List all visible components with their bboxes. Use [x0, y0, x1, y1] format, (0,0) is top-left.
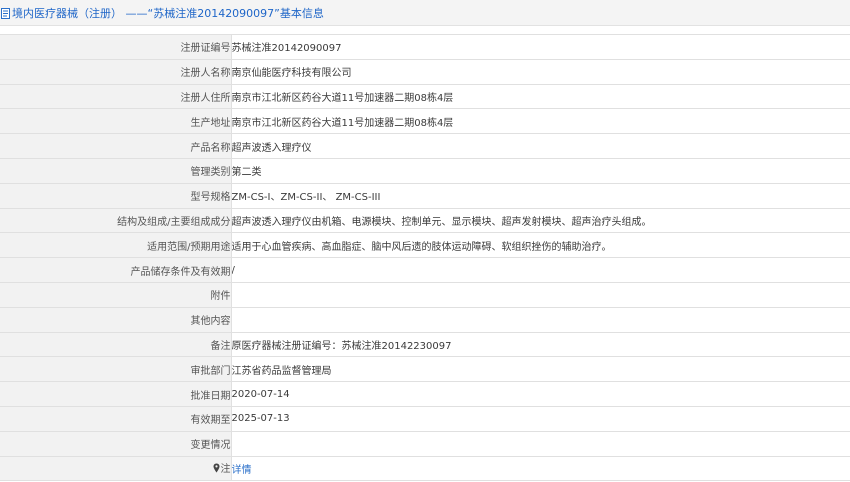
row-label: 生产地址	[0, 108, 232, 134]
row-value: 南京市江北新区药谷大道11号加速器二期08栋4层	[231, 108, 850, 134]
table-row: 附件	[0, 281, 850, 308]
table-row: 注册人名称 南京仙能医疗科技有限公司	[0, 58, 850, 85]
row-value: 超声波透入理疗仪由机箱、电源模块、控制单元、显示模块、超声发射模块、超声治疗头组…	[231, 207, 850, 233]
table-row: 生产地址 南京市江北新区药谷大道11号加速器二期08栋4层	[0, 108, 850, 134]
row-label: 审批部门	[0, 356, 232, 382]
table-row: 产品储存条件及有效期 /	[0, 257, 850, 283]
note-value-cell: 详情	[231, 455, 850, 482]
row-value: 南京市江北新区药谷大道11号加速器二期08栋4层	[231, 83, 850, 109]
row-label: 注册人名称	[0, 58, 232, 85]
table-row: 备注 原医疗器械注册证编号：苏械注准20142230097	[0, 331, 850, 357]
table-row: 注册人住所 南京市江北新区药谷大道11号加速器二期08栋4层	[0, 83, 850, 109]
row-label: 备注	[0, 331, 232, 357]
row-value: 2020-07-14	[231, 381, 850, 407]
details-link[interactable]: 详情	[232, 465, 252, 476]
row-label: 注册人住所	[0, 83, 232, 109]
row-value: 适用于心血管疾病、高血脂症、脑中风后遗的肢体运动障碍、软组织挫伤的辅助治疗。	[231, 232, 850, 258]
table-row: 其他内容	[0, 306, 850, 333]
row-value: /	[231, 257, 850, 283]
row-label: 型号规格	[0, 182, 232, 209]
row-label: 批准日期	[0, 381, 232, 407]
page-header: 境内医疗器械（注册） ——“苏械注准20142090097”基本信息	[0, 0, 850, 26]
row-value	[231, 306, 850, 333]
table-row: 审批部门 江苏省药品监督管理局	[0, 356, 850, 382]
table-row: 结构及组成/主要组成成分 超声波透入理疗仪由机箱、电源模块、控制单元、显示模块、…	[0, 207, 850, 233]
note-label-cell: 注	[0, 455, 232, 482]
page: 境内医疗器械（注册） ——“苏械注准20142090097”基本信息 注册证编号…	[0, 0, 850, 482]
row-label: 注册证编号	[0, 34, 232, 60]
page-title: 境内医疗器械（注册） ——“苏械注准20142090097”基本信息	[12, 6, 324, 20]
table-row: 管理类别 第二类	[0, 157, 850, 184]
note-label: 注	[220, 464, 231, 476]
row-label: 适用范围/预期用途	[0, 232, 232, 258]
table-row: 有效期至 2025-07-13	[0, 405, 850, 432]
row-value: 原医疗器械注册证编号：苏械注准20142230097	[231, 331, 850, 357]
row-label: 其他内容	[0, 306, 232, 333]
row-value: 2025-07-13	[231, 405, 850, 432]
table-row: 适用范围/预期用途 适用于心血管疾病、高血脂症、脑中风后遗的肢体运动障碍、软组织…	[0, 232, 850, 258]
row-value	[231, 430, 850, 457]
row-label: 产品名称	[0, 133, 232, 159]
row-value	[231, 281, 850, 308]
info-table: 注册证编号 苏械注准20142090097 注册人名称 南京仙能医疗科技有限公司…	[0, 34, 850, 482]
row-value: 超声波透入理疗仪	[231, 133, 850, 159]
table-row-note: 注 详情	[0, 455, 850, 482]
map-pin-icon	[213, 463, 220, 476]
table-row: 变更情况	[0, 430, 850, 457]
table-row: 型号规格 ZM-CS-I、ZM-CS-II、 ZM-CS-III	[0, 182, 850, 209]
row-value: 第二类	[231, 157, 850, 184]
row-value: 苏械注准20142090097	[231, 34, 850, 60]
row-value: 南京仙能医疗科技有限公司	[231, 58, 850, 85]
row-label: 有效期至	[0, 405, 232, 432]
table-row: 产品名称 超声波透入理疗仪	[0, 133, 850, 159]
table-row: 注册证编号 苏械注准20142090097	[0, 34, 850, 60]
row-label: 附件	[0, 281, 232, 308]
row-label: 管理类别	[0, 157, 232, 184]
row-label: 变更情况	[0, 430, 232, 457]
row-label: 产品储存条件及有效期	[0, 257, 232, 283]
document-icon	[1, 7, 10, 19]
row-label: 结构及组成/主要组成成分	[0, 207, 232, 233]
row-value: ZM-CS-I、ZM-CS-II、 ZM-CS-III	[231, 182, 850, 209]
row-value: 江苏省药品监督管理局	[231, 356, 850, 382]
table-row: 批准日期 2020-07-14	[0, 381, 850, 407]
